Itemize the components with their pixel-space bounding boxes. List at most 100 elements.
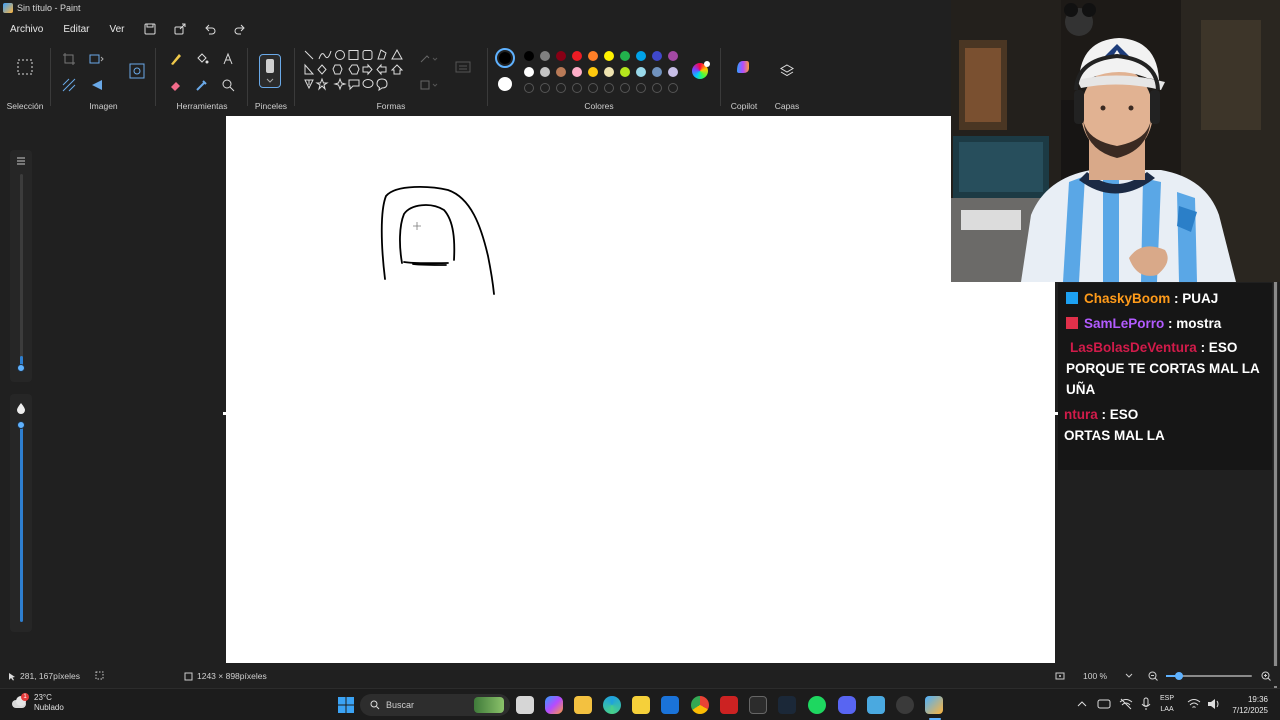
menu-archivo[interactable]: Archivo: [0, 24, 53, 35]
remote-desktop-icon[interactable]: [867, 696, 885, 714]
copilot-taskbar-icon[interactable]: [545, 696, 563, 714]
wifi-icon[interactable]: [1187, 698, 1201, 710]
save-icon[interactable]: [135, 17, 165, 41]
custom-color-slot[interactable]: [556, 83, 566, 93]
color-swatch[interactable]: [620, 67, 630, 77]
steam-icon[interactable]: [778, 696, 796, 714]
opacity-fill[interactable]: [20, 422, 23, 622]
outlook-icon[interactable]: [661, 696, 679, 714]
magnifier-icon[interactable]: [217, 74, 239, 96]
share-icon[interactable]: [165, 17, 195, 41]
color-swatch[interactable]: [556, 67, 566, 77]
store-icon[interactable]: [632, 696, 650, 714]
color-swatch[interactable]: [668, 51, 678, 61]
file-explorer-icon[interactable]: [574, 696, 592, 714]
paint-taskbar-icon[interactable]: [925, 696, 943, 714]
custom-color-slot[interactable]: [572, 83, 582, 93]
color-swatch[interactable]: [652, 51, 662, 61]
shape-fill-icon[interactable]: [418, 74, 440, 96]
custom-color-slot[interactable]: [540, 83, 550, 93]
color-swatch[interactable]: [604, 67, 614, 77]
selection-tool-icon[interactable]: [14, 56, 36, 78]
scrollbar-thumb[interactable]: [1274, 274, 1277, 704]
color-swatch[interactable]: [588, 67, 598, 77]
shape-outline-icon[interactable]: [418, 48, 440, 70]
color-swatch[interactable]: [668, 67, 678, 77]
microphone-icon[interactable]: [1140, 697, 1152, 711]
custom-color-slot[interactable]: [604, 83, 614, 93]
color-swatch[interactable]: [572, 67, 582, 77]
zoom-in[interactable]: [1261, 671, 1271, 681]
obs-icon[interactable]: [896, 696, 914, 714]
tray-app-icon[interactable]: [1097, 698, 1111, 710]
custom-color-slot[interactable]: [668, 83, 678, 93]
canvas-resize-handle-left[interactable]: [223, 412, 226, 415]
rotate-icon[interactable]: [86, 74, 108, 96]
brush-size-track[interactable]: [20, 174, 23, 370]
g-hub-icon[interactable]: [749, 696, 767, 714]
resize-icon[interactable]: [86, 48, 108, 70]
custom-color-slot[interactable]: [636, 83, 646, 93]
zoom-select[interactable]: 100 %: [1083, 671, 1133, 681]
color-swatch[interactable]: [524, 51, 534, 61]
opacity-thumb[interactable]: [17, 421, 25, 429]
fit-window-icon[interactable]: [1055, 671, 1065, 681]
task-view-icon[interactable]: [516, 696, 534, 714]
weather-widget[interactable]: 1 23°C Nublado: [10, 692, 64, 712]
fit-to-window[interactable]: [1055, 671, 1065, 681]
menu-ver[interactable]: Ver: [99, 24, 134, 35]
undo-icon[interactable]: [195, 17, 225, 41]
chevron-up-icon[interactable]: [1077, 700, 1087, 708]
brushes-button[interactable]: [259, 54, 281, 88]
edge-icon[interactable]: [603, 696, 621, 714]
color-swatch[interactable]: [652, 67, 662, 77]
color-swatch[interactable]: [540, 67, 550, 77]
zoom-level[interactable]: 100 %: [1083, 671, 1107, 681]
chrome-icon[interactable]: [691, 696, 709, 714]
zoom-out-icon[interactable]: [1148, 671, 1158, 681]
crop-icon[interactable]: [58, 48, 80, 70]
primary-color-swatch[interactable]: [495, 48, 515, 68]
redo-icon[interactable]: [225, 17, 255, 41]
color-swatch[interactable]: [636, 67, 646, 77]
color-swatch[interactable]: [588, 51, 598, 61]
discord-icon[interactable]: [838, 696, 856, 714]
system-clock[interactable]: 19:36 7/12/2025: [1232, 694, 1268, 716]
color-swatch[interactable]: [572, 51, 582, 61]
volume-icon[interactable]: [1207, 698, 1221, 710]
hwinfo-icon[interactable]: [720, 696, 738, 714]
color-swatch[interactable]: [540, 51, 550, 61]
color-swatch[interactable]: [556, 51, 566, 61]
background-icon[interactable]: [58, 74, 80, 96]
edit-colors-icon[interactable]: [692, 61, 710, 79]
shapes-gallery[interactable]: [302, 48, 412, 98]
custom-color-slot[interactable]: [620, 83, 630, 93]
shape-size-icon[interactable]: [452, 56, 474, 78]
fill-bucket-icon[interactable]: [191, 48, 213, 70]
drawing-canvas[interactable]: [226, 116, 1055, 663]
image-select-icon[interactable]: [126, 60, 148, 82]
custom-color-slot[interactable]: [588, 83, 598, 93]
menu-editar[interactable]: Editar: [53, 24, 99, 35]
brush-size-thumb[interactable]: [17, 364, 25, 372]
secondary-color-swatch[interactable]: [498, 77, 512, 91]
zoom-slider[interactable]: [1166, 672, 1252, 680]
zoom-in-icon[interactable]: [1261, 671, 1271, 681]
color-picker-icon[interactable]: [191, 74, 213, 96]
pencil-icon[interactable]: [165, 48, 187, 70]
color-swatch[interactable]: [636, 51, 646, 61]
taskbar-search[interactable]: Buscar: [360, 694, 510, 716]
text-tool-icon[interactable]: [217, 48, 239, 70]
copilot-icon[interactable]: [732, 56, 754, 78]
custom-color-slot[interactable]: [652, 83, 662, 93]
color-swatch[interactable]: [620, 51, 630, 61]
zoom-slider-thumb[interactable]: [1174, 672, 1183, 680]
color-swatch[interactable]: [524, 67, 534, 77]
zoom-out[interactable]: [1148, 671, 1158, 681]
eraser-icon[interactable]: [165, 74, 187, 96]
network-off-icon[interactable]: [1119, 698, 1133, 710]
custom-color-slot[interactable]: [524, 83, 534, 93]
color-swatch[interactable]: [604, 51, 614, 61]
windows-start-icon[interactable]: [337, 696, 355, 714]
layers-icon[interactable]: [776, 60, 798, 82]
